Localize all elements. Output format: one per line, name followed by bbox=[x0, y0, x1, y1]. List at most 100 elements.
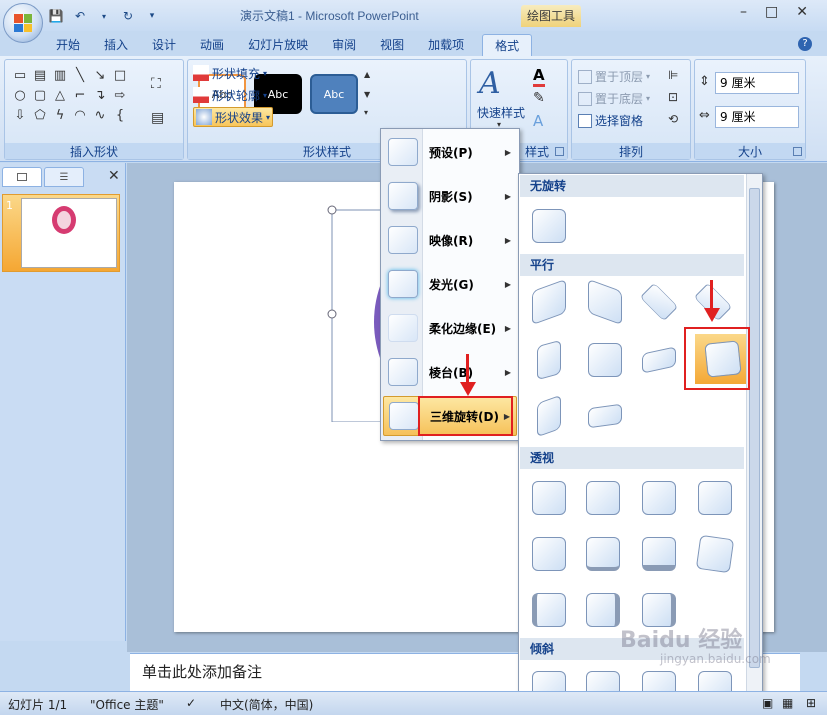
down-arrow-icon[interactable]: ⇩ bbox=[11, 106, 29, 124]
view-sorter-icon[interactable]: ▦ bbox=[782, 696, 793, 710]
menu-item-soft-edges[interactable]: 柔化边缘(E) ▶ bbox=[383, 308, 517, 348]
pentagon-icon[interactable]: ⬠ bbox=[31, 106, 49, 124]
redo-icon[interactable]: ↻ bbox=[119, 7, 137, 25]
text-effects-icon[interactable]: A bbox=[533, 112, 543, 130]
size-launcher-icon[interactable] bbox=[793, 147, 802, 156]
help-icon[interactable]: ? bbox=[798, 37, 812, 51]
tab-format[interactable]: 格式 bbox=[482, 34, 533, 56]
rotation-perspective-1[interactable] bbox=[529, 478, 569, 518]
rectangle-icon[interactable]: □ bbox=[111, 66, 129, 84]
maximize-button[interactable]: □ bbox=[765, 4, 778, 20]
menu-item-glow[interactable]: 发光(G) ▶ bbox=[383, 264, 517, 304]
arc-icon[interactable]: ◠ bbox=[71, 106, 89, 124]
rotation-perspective-3[interactable] bbox=[639, 478, 679, 518]
rotation-parallel-5[interactable] bbox=[529, 339, 569, 381]
gallery-section-parallel: 平行 bbox=[520, 254, 744, 276]
text-fill-icon[interactable]: A bbox=[533, 66, 545, 87]
tab-outline[interactable]: ☰ bbox=[44, 167, 84, 187]
minimize-button[interactable]: – bbox=[740, 4, 747, 20]
tab-home[interactable]: 开始 bbox=[44, 34, 92, 56]
menu-item-bevel[interactable]: 棱台(B) ▶ bbox=[383, 352, 517, 392]
tab-design[interactable]: 设计 bbox=[140, 34, 188, 56]
office-button[interactable] bbox=[3, 3, 43, 43]
fit-window-icon[interactable]: ⊞ bbox=[806, 696, 816, 710]
tab-addins[interactable]: 加载项 bbox=[416, 34, 476, 56]
rect-shape-icon[interactable]: ▭ bbox=[11, 66, 29, 84]
rotation-perspective-10[interactable] bbox=[583, 590, 623, 630]
scrollbar-thumb[interactable] bbox=[749, 188, 760, 668]
menu-item-preset[interactable]: 预设(P) ▶ bbox=[383, 132, 517, 172]
quick-styles-icon[interactable]: A bbox=[479, 66, 523, 102]
tab-slideshow[interactable]: 幻灯片放映 bbox=[236, 34, 320, 56]
notes-placeholder[interactable]: 单击此处添加备注 bbox=[142, 661, 262, 682]
rotation-none[interactable] bbox=[529, 206, 569, 246]
gallery-scroll-up-icon[interactable]: ▲ bbox=[364, 70, 370, 79]
undo-icon[interactable]: ↶ bbox=[71, 7, 89, 25]
line-icon[interactable]: ╲ bbox=[71, 66, 89, 84]
tab-review[interactable]: 审阅 bbox=[320, 34, 368, 56]
triangle-icon[interactable]: △ bbox=[51, 86, 69, 104]
elbow-connector-icon[interactable]: ⌐ bbox=[71, 86, 89, 104]
shape-effects-button[interactable]: 形状效果 ▾ bbox=[193, 107, 274, 127]
shape-gallery[interactable]: ▭ ▤ ▥ ╲ ↘ □ ○ ▢ △ ⌐ ↴ ⇨ ⇩ ⬠ ϟ ◠ ∿ { bbox=[11, 66, 129, 124]
bring-to-front-button[interactable]: 置于顶层 ▾ bbox=[578, 68, 650, 85]
style-thumb-blue[interactable]: Abc bbox=[310, 74, 358, 114]
rotation-perspective-4[interactable] bbox=[695, 478, 735, 518]
close-button[interactable]: ✕ bbox=[796, 4, 808, 20]
shape-fill-button[interactable]: 形状填充 ▾ bbox=[193, 63, 267, 83]
customize-qat-icon[interactable]: ▾ bbox=[143, 7, 161, 25]
oval-icon[interactable]: ○ bbox=[11, 86, 29, 104]
gallery-scroll-down-icon[interactable]: ▼ bbox=[364, 90, 370, 99]
rotate-icon[interactable]: ⟲ bbox=[668, 112, 678, 126]
rotation-parallel-3[interactable] bbox=[639, 282, 679, 322]
tab-insert[interactable]: 插入 bbox=[92, 34, 140, 56]
shape-height-field[interactable]: 9 厘米 bbox=[715, 72, 799, 94]
undo-dropdown-icon[interactable]: ▾ bbox=[95, 7, 113, 25]
align-icon[interactable]: ⊫ bbox=[668, 68, 678, 82]
rotation-parallel-6[interactable] bbox=[585, 340, 625, 380]
gallery-scrollbar[interactable] bbox=[746, 174, 762, 714]
save-icon[interactable]: 💾 bbox=[47, 7, 65, 25]
menu-item-shadow[interactable]: 阴影(S) ▶ bbox=[383, 176, 517, 216]
edit-shape-icon[interactable]: ⛶ bbox=[151, 76, 161, 92]
menu-item-reflection[interactable]: 映像(R) ▶ bbox=[383, 220, 517, 260]
curve-icon[interactable]: ∿ bbox=[91, 106, 109, 124]
tab-view[interactable]: 视图 bbox=[368, 34, 416, 56]
gallery-more-icon[interactable]: ▾ bbox=[364, 108, 368, 117]
right-arrow-icon[interactable]: ⇨ bbox=[111, 86, 129, 104]
rotation-perspective-7[interactable] bbox=[639, 534, 679, 574]
shape-outline-button[interactable]: 形状轮廓 ▾ bbox=[193, 85, 267, 105]
close-panel-icon[interactable]: ✕ bbox=[108, 168, 120, 184]
send-to-back-button[interactable]: 置于底层 ▾ bbox=[578, 90, 650, 107]
rotation-perspective-8[interactable] bbox=[695, 534, 735, 574]
rotation-perspective-2[interactable] bbox=[583, 478, 623, 518]
rotation-parallel-10[interactable] bbox=[585, 396, 625, 436]
art-styles-launcher-icon[interactable] bbox=[555, 147, 564, 156]
rotation-parallel-2[interactable] bbox=[585, 278, 625, 326]
rotation-parallel-1[interactable] bbox=[529, 278, 569, 326]
tab-animation[interactable]: 动画 bbox=[188, 34, 236, 56]
arrow-line-icon[interactable]: ↘ bbox=[91, 66, 109, 84]
spell-check-icon[interactable]: ✓ bbox=[186, 696, 196, 710]
group-objects-icon[interactable]: ⊡ bbox=[668, 90, 678, 104]
quick-styles-label[interactable]: 快速样式 bbox=[477, 104, 525, 121]
text-outline-icon[interactable]: ✎ bbox=[533, 90, 545, 106]
selection-pane-button[interactable]: 选择窗格 bbox=[578, 112, 643, 129]
rotation-parallel-9[interactable] bbox=[529, 394, 569, 438]
textbox-icon[interactable]: ▤ bbox=[31, 66, 49, 84]
shape-width-field[interactable]: 9 厘米 bbox=[715, 106, 799, 128]
view-normal-icon[interactable]: ▣ bbox=[762, 696, 773, 710]
brace-icon[interactable]: { bbox=[111, 106, 129, 124]
rotation-parallel-7[interactable] bbox=[639, 340, 679, 380]
send-back-icon bbox=[578, 91, 592, 106]
lightning-icon[interactable]: ϟ bbox=[51, 106, 69, 124]
elbow-arrow-icon[interactable]: ↴ bbox=[91, 86, 109, 104]
tab-slides[interactable] bbox=[2, 167, 42, 187]
rotation-perspective-6[interactable] bbox=[583, 534, 623, 574]
vertical-textbox-icon[interactable]: ▥ bbox=[51, 66, 69, 84]
slide-thumbnail[interactable] bbox=[21, 198, 117, 268]
rotation-perspective-9[interactable] bbox=[529, 590, 569, 630]
rotation-perspective-5[interactable] bbox=[529, 534, 569, 574]
rounded-rect-icon[interactable]: ▢ bbox=[31, 86, 49, 104]
textbox-draw-icon[interactable]: ▤ bbox=[151, 110, 164, 126]
